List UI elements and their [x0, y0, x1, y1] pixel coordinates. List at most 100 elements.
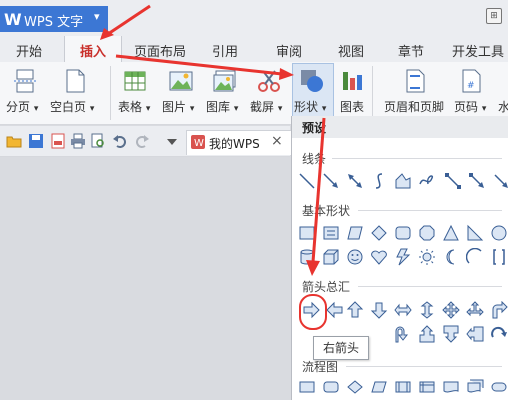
tab-developer[interactable]: 开发工具	[452, 41, 504, 60]
print-icon[interactable]	[70, 133, 86, 149]
arc-shape-icon[interactable]	[466, 248, 484, 266]
save-icon[interactable]	[28, 133, 44, 149]
flowchart-data-shape-icon[interactable]	[370, 378, 388, 396]
down-arrow-shape-icon[interactable]	[370, 301, 388, 319]
quad-arrow-shape-icon[interactable]	[442, 301, 460, 319]
up-arrow-shape-icon[interactable]	[346, 301, 364, 319]
document-tab-label: 我的WPS	[209, 137, 260, 151]
page-break-button[interactable]: 分页 ▾	[6, 98, 38, 115]
left-right-up-arrow-shape-icon[interactable]	[466, 301, 484, 319]
flowchart-document-shape-icon[interactable]	[442, 378, 460, 396]
arrow-line-shape-icon[interactable]	[322, 172, 340, 190]
undo-icon[interactable]	[112, 133, 128, 149]
chart-icon	[343, 72, 362, 90]
wps-logo-icon: W	[4, 10, 22, 29]
export-pdf-icon[interactable]	[50, 133, 66, 149]
octagon-shape-icon[interactable]	[418, 224, 436, 242]
close-icon[interactable]: ×	[271, 133, 283, 149]
connector-double-arrow-shape-icon[interactable]	[492, 172, 508, 190]
svg-text:W: W	[194, 138, 204, 149]
tooltip: 右箭头	[313, 336, 369, 360]
document-tab[interactable]: W 我的WPS ×	[186, 130, 292, 155]
sun-shape-icon[interactable]	[418, 248, 436, 266]
flowchart-multidocument-shape-icon[interactable]	[466, 378, 484, 396]
smiley-shape-icon[interactable]	[346, 248, 364, 266]
left-right-arrow-shape-icon[interactable]	[394, 301, 412, 319]
blank-page-button[interactable]: 空白页 ▾	[50, 98, 94, 115]
tab-insert[interactable]: 插入	[80, 41, 106, 60]
chart-button[interactable]: 图表	[340, 98, 364, 115]
page-number-button[interactable]: 页码 ▾	[454, 98, 486, 115]
left-arrow-callout-shape-icon[interactable]	[466, 325, 484, 343]
shape-button[interactable]: 形状 ▾	[294, 98, 326, 115]
page-number-icon: #	[462, 69, 481, 93]
preset-title: 预设	[302, 121, 327, 135]
wps-logo-icon: W	[191, 135, 205, 149]
tab-references[interactable]: 引用	[212, 41, 238, 60]
flowchart-predefined-process-shape-icon[interactable]	[394, 378, 412, 396]
chevron-down-icon: ▾	[94, 10, 100, 23]
table-button[interactable]: 表格 ▾	[118, 98, 150, 115]
curve-shape-icon[interactable]	[370, 172, 388, 190]
flowchart-terminator-shape-icon[interactable]	[490, 378, 508, 396]
rectangle-shape-icon[interactable]	[298, 224, 316, 242]
screenshot-button[interactable]: 截屏 ▾	[250, 98, 282, 115]
flowchart-process-shape-icon[interactable]	[298, 378, 316, 396]
moon-shape-icon[interactable]	[442, 248, 460, 266]
connector-arrow-shape-icon[interactable]	[468, 172, 486, 190]
gallery-icon	[213, 70, 236, 92]
text-box-shape-icon[interactable]	[322, 224, 340, 242]
chevron-down-icon[interactable]	[166, 137, 178, 147]
triangle-shape-icon[interactable]	[442, 224, 460, 242]
print-preview-icon[interactable]	[90, 133, 106, 149]
gallery-button[interactable]: 图库 ▾	[206, 98, 238, 115]
diamond-shape-icon[interactable]	[370, 224, 388, 242]
blank-page-icon	[66, 69, 85, 93]
redo-icon[interactable]	[134, 133, 150, 149]
section-divider	[358, 286, 502, 287]
cylinder-shape-icon[interactable]	[298, 248, 316, 266]
app-menu-button[interactable]: W WPS 文字 ▾	[0, 6, 108, 32]
heart-shape-icon[interactable]	[370, 248, 388, 266]
picture-icon	[169, 71, 193, 91]
watermark-button[interactable]: 水	[498, 98, 508, 115]
flowchart-internal-storage-shape-icon[interactable]	[418, 378, 436, 396]
section-title-flowchart: 流程图	[302, 360, 339, 374]
line-shape-icon[interactable]	[298, 172, 316, 190]
connector-shape-icon[interactable]	[444, 172, 462, 190]
open-folder-icon[interactable]	[6, 133, 22, 149]
tab-page-layout[interactable]: 页面布局	[134, 41, 186, 60]
cube-shape-icon[interactable]	[322, 248, 340, 266]
double-arrow-line-shape-icon[interactable]	[346, 172, 364, 190]
tab-view[interactable]: 视图	[338, 41, 364, 60]
flowchart-alternate-process-shape-icon[interactable]	[322, 378, 340, 396]
rounded-rectangle-shape-icon[interactable]	[394, 224, 412, 242]
tab-home[interactable]: 开始	[16, 41, 42, 60]
toolbar-divider	[110, 66, 111, 120]
section-divider	[332, 158, 502, 159]
table-icon	[124, 71, 146, 91]
scribble-shape-icon[interactable]	[418, 172, 436, 190]
toolbar-divider	[372, 66, 373, 120]
tab-review[interactable]: 审阅	[276, 41, 302, 60]
freeform-shape-icon[interactable]	[394, 172, 412, 190]
scissors-icon	[258, 70, 280, 92]
up-down-arrow-shape-icon[interactable]	[418, 301, 436, 319]
circular-arrow-shape-icon[interactable]	[490, 325, 508, 343]
tab-chapter[interactable]: 章节	[398, 41, 424, 60]
bracket-pair-shape-icon[interactable]	[490, 248, 508, 266]
app-title: WPS 文字	[24, 15, 84, 30]
up-arrow-callout-shape-icon[interactable]	[418, 325, 436, 343]
down-arrow-callout-shape-icon[interactable]	[442, 325, 460, 343]
left-arrow-shape-icon[interactable]	[326, 301, 344, 319]
flowchart-decision-shape-icon[interactable]	[346, 378, 364, 396]
picture-button[interactable]: 图片 ▾	[162, 98, 194, 115]
header-footer-button[interactable]: 页眉和页脚	[384, 98, 444, 115]
u-turn-arrow-shape-icon[interactable]	[394, 325, 412, 343]
bent-arrow-shape-icon[interactable]	[490, 301, 508, 319]
lightning-shape-icon[interactable]	[394, 248, 412, 266]
circle-shape-icon[interactable]	[490, 224, 508, 242]
trapezoid-shape-icon[interactable]	[346, 224, 364, 242]
right-triangle-shape-icon[interactable]	[466, 224, 484, 242]
skin-icon[interactable]: ⊞	[486, 8, 502, 24]
